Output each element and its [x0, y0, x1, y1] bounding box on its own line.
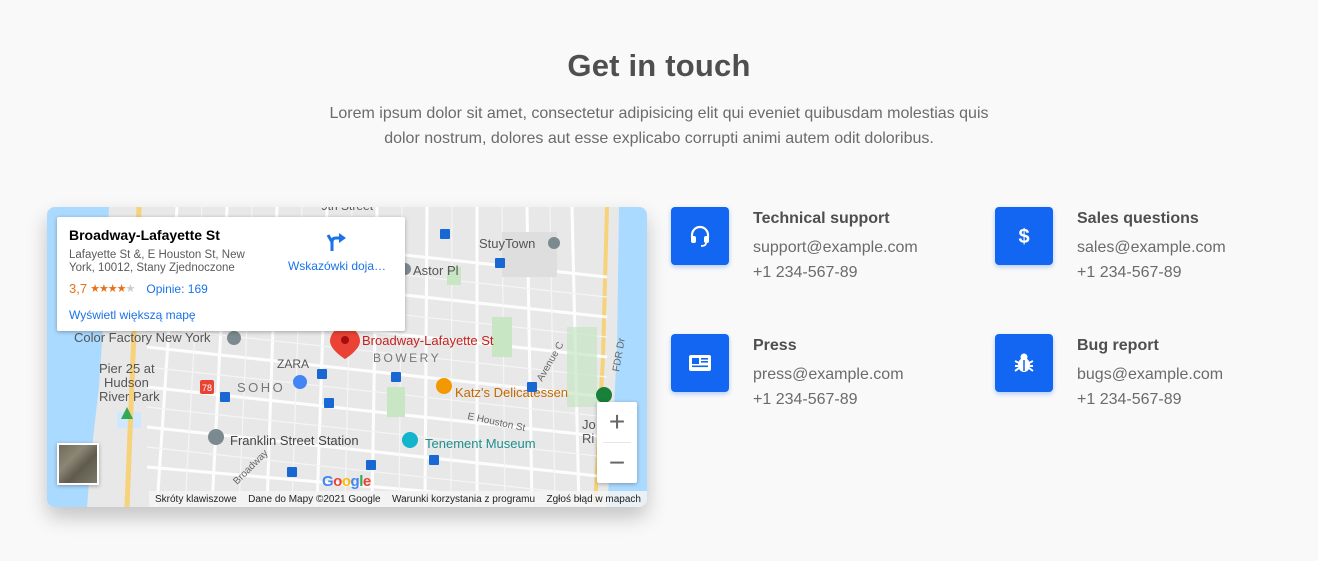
zoom-controls: + −	[597, 402, 637, 483]
svg-text:Hudson: Hudson	[104, 375, 149, 390]
directions-label: Wskazówki doja…	[287, 259, 387, 273]
directions-button[interactable]: Wskazówki doja…	[281, 231, 393, 273]
subtitle-line-2: dolor nostrum, dolores aut esse explicab…	[384, 130, 934, 147]
contact-card-press: Press press@example.com +1 234-567-89	[671, 334, 971, 414]
headset-icon	[671, 207, 729, 265]
subtitle-line-1: Lorem ipsum dolor sit amet, consectetur …	[329, 105, 989, 122]
contact-title: Technical support	[753, 210, 890, 227]
keyboard-shortcuts-link[interactable]: Skróty klawiszowe	[155, 494, 237, 505]
contact-phone[interactable]: +1 234-567-89	[753, 264, 858, 282]
zoom-out-button[interactable]: −	[597, 443, 637, 483]
terms-link[interactable]: Warunki korzystania z programu	[392, 494, 535, 505]
contact-phone[interactable]: +1 234-567-89	[1077, 264, 1182, 282]
svg-text:Astor Pl: Astor Pl	[413, 263, 459, 278]
svg-text:Color Factory New York: Color Factory New York	[74, 330, 211, 345]
svg-text:Broadway-Lafayette St: Broadway-Lafayette St	[362, 333, 494, 348]
svg-text:Tenement Museum: Tenement Museum	[425, 436, 536, 451]
rating-stars-icon: ★★★★★	[90, 283, 135, 295]
map-data-text: Dane do Mapy ©2021 Google	[248, 493, 381, 505]
contact-phone[interactable]: +1 234-567-89	[1077, 391, 1182, 409]
svg-text:SOHO: SOHO	[237, 380, 285, 395]
svg-text:78: 78	[202, 383, 212, 393]
svg-text:River Park: River Park	[99, 389, 160, 404]
svg-text:Ri: Ri	[582, 431, 594, 446]
contact-card-sales-questions: $ Sales questions sales@example.com +1 2…	[995, 207, 1295, 287]
svg-text:StuyTown: StuyTown	[479, 236, 535, 251]
contact-email[interactable]: bugs@example.com	[1077, 366, 1223, 384]
svg-text:9th Street: 9th Street	[321, 207, 374, 213]
rating-value: 3,7	[69, 281, 88, 296]
svg-text:$: $	[1018, 226, 1029, 248]
contact-email[interactable]: press@example.com	[753, 366, 904, 384]
newspaper-icon	[671, 334, 729, 392]
satellite-toggle[interactable]	[57, 443, 99, 485]
bug-icon	[995, 334, 1053, 392]
contact-card-technical-support: Technical support support@example.com +1…	[671, 207, 971, 287]
svg-text:Pier 25 at: Pier 25 at	[99, 361, 155, 376]
section-title: Get in touch	[567, 48, 751, 83]
place-rating: 3,7 ★★★★★ Opinie: 169	[69, 281, 393, 296]
google-logo: Google	[322, 473, 371, 490]
dollar-icon: $	[995, 207, 1053, 265]
svg-text:ZARA: ZARA	[277, 357, 309, 371]
contact-phone[interactable]: +1 234-567-89	[753, 391, 858, 409]
svg-text:Franklin Street Station: Franklin Street Station	[230, 433, 359, 448]
view-larger-map-link[interactable]: Wyświetl większą mapę	[69, 308, 196, 322]
section-subtitle: Lorem ipsum dolor sit amet, consectetur …	[309, 101, 1009, 151]
contact-title: Press	[753, 337, 797, 354]
report-error-link[interactable]: Zgłoś błąd w mapach	[547, 494, 642, 505]
contact-card-bug-report: Bug report bugs@example.com +1 234-567-8…	[995, 334, 1295, 414]
contact-email[interactable]: sales@example.com	[1077, 239, 1226, 257]
svg-text:BOWERY: BOWERY	[373, 351, 441, 365]
place-address: Lafayette St &, E Houston St, New York, …	[69, 249, 245, 274]
google-map[interactable]: 9th Street StuyTown Astor Pl Color Facto…	[47, 207, 647, 507]
contact-title: Sales questions	[1077, 210, 1199, 227]
contact-title: Bug report	[1077, 337, 1159, 354]
zoom-in-button[interactable]: +	[597, 402, 637, 442]
svg-text:Katz's Delicatessen: Katz's Delicatessen	[455, 385, 568, 400]
svg-text:Jo: Jo	[582, 417, 596, 432]
directions-icon	[326, 233, 346, 251]
contact-email[interactable]: support@example.com	[753, 239, 918, 257]
reviews-link[interactable]: Opinie: 169	[146, 282, 207, 296]
place-info-card: Broadway-Lafayette St Lafayette St &, E …	[57, 217, 405, 331]
map-attribution-bar: Skróty klawiszowe Dane do Mapy ©2021 Goo…	[149, 491, 647, 507]
